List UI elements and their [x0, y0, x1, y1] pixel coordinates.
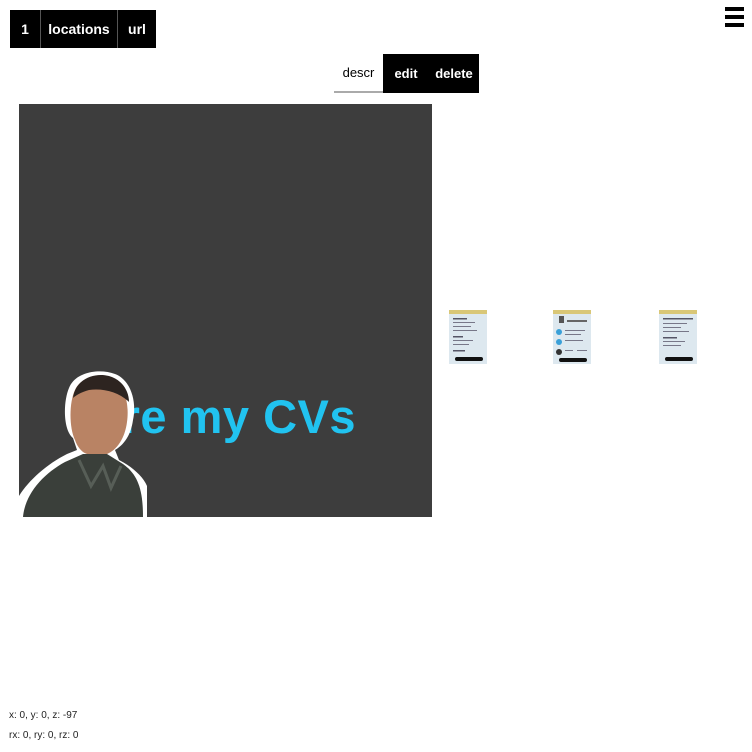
locations-button[interactable]: locations	[41, 10, 118, 48]
position-readout: x: 0, y: 0, z: -97	[9, 710, 78, 721]
number-button[interactable]: 1	[10, 10, 41, 48]
rotation-readout: rx: 0, ry: 0, rz: 0	[9, 730, 79, 741]
portrait-photo	[19, 371, 147, 517]
edit-button[interactable]: edit	[383, 54, 429, 93]
cv-thumbnail-1[interactable]	[449, 310, 487, 364]
url-button[interactable]: url	[118, 10, 156, 48]
top-nav: 1 locations url	[10, 10, 156, 48]
hamburger-menu-icon[interactable]	[725, 7, 744, 27]
cv-thumbnail-3[interactable]	[659, 310, 697, 364]
item-toolbar: descr edit delete	[334, 54, 479, 93]
cv-thumbnail-2[interactable]	[553, 310, 591, 364]
descr-button[interactable]: descr	[334, 54, 383, 93]
toolbar-actions: edit delete	[383, 54, 479, 93]
delete-button[interactable]: delete	[429, 54, 479, 93]
